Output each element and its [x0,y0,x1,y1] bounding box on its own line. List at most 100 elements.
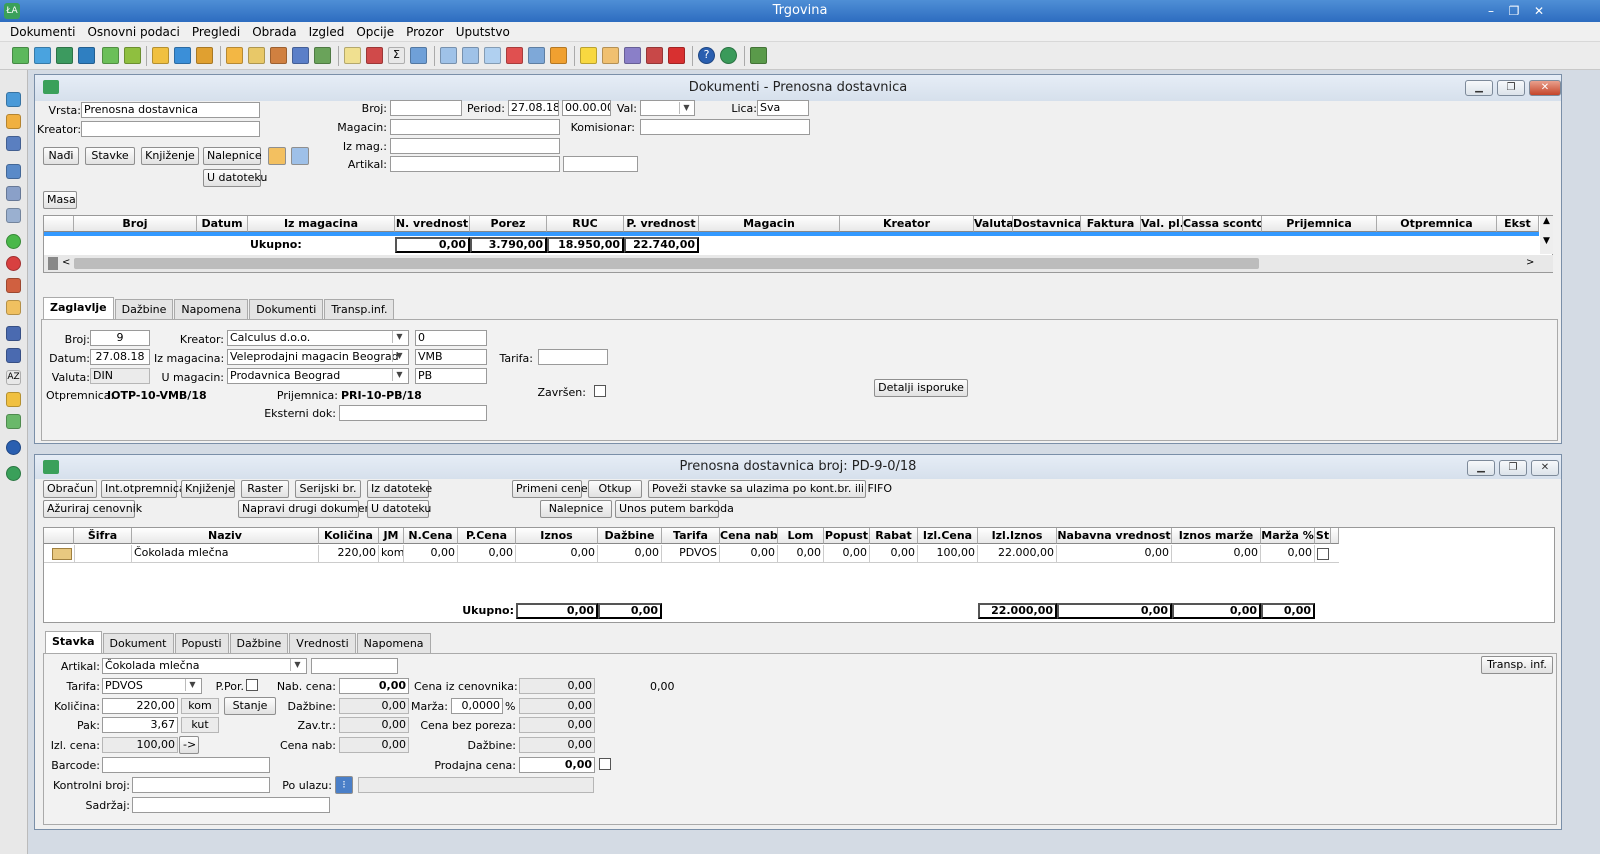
lica-field[interactable]: Sva [757,100,809,116]
umag-select[interactable]: Prodavnica Beograd [227,368,409,384]
povezi-stavke-button[interactable]: Poveži stavke sa ulazima po kont.br. ili… [648,480,892,498]
minimize-icon[interactable]: ▁ [1467,460,1495,476]
archive-icon[interactable] [314,47,331,64]
col-rabat[interactable]: Rabat [870,528,918,544]
izmag-code[interactable]: VMB [415,349,487,365]
link-icon[interactable] [6,208,21,223]
col-tarifa[interactable]: Tarifa [662,528,720,544]
settings-icon[interactable] [624,47,641,64]
serijski-button[interactable]: Serijski br. [295,480,361,498]
artikal-code[interactable] [311,658,398,674]
find-next-icon[interactable] [6,348,21,363]
cell-popust[interactable]: 0,00 [824,545,870,562]
chevron-down-icon[interactable]: ▼ [185,679,199,691]
new-doc-icon[interactable] [12,47,29,64]
azuriraj-cenovnik-button[interactable]: Ažuriraj cenovnik [43,500,142,518]
kolicina-field[interactable]: 220,00 [102,698,178,714]
vrsta-field[interactable]: Prenosna dostavnica [81,102,260,118]
tab-dazbine[interactable]: Dažbine [229,633,289,653]
lock-icon[interactable] [550,47,567,64]
menu-uputstvo[interactable]: Uputstvo [450,25,516,39]
col-iznos[interactable]: Iznos [516,528,598,544]
chevron-down-icon[interactable]: ▼ [290,659,304,671]
col-dazbine[interactable]: Dažbine [598,528,662,544]
menu-prozor[interactable]: Prozor [400,25,450,39]
cell-rabat[interactable]: 0,00 [870,545,918,562]
print-icon[interactable] [6,164,21,179]
eksterni-field[interactable] [339,405,487,421]
artikal-filter-code[interactable] [563,156,638,172]
filter-down-icon[interactable] [668,47,685,64]
cell-p-cena[interactable]: 0,00 [458,545,516,562]
iz-datoteke-button[interactable]: Iz datoteke [367,480,432,498]
chevron-down-icon[interactable]: ▼ [392,369,406,381]
kontrolni-broj-field[interactable] [132,777,270,793]
copy-icon[interactable] [344,47,361,64]
col-lom[interactable]: Lom [778,528,824,544]
col-p-vrednost[interactable]: P. vrednost [624,216,699,232]
zavrsen-checkbox[interactable] [594,385,606,397]
col-nabavna-vrednost[interactable]: Nabavna vrednost [1057,528,1172,544]
lightbulb-icon[interactable] [580,47,597,64]
undo-icon[interactable] [6,278,21,293]
export-icon[interactable] [291,147,309,165]
col-dostavnica[interactable]: Dostavnica [1013,216,1081,232]
cell-iznos[interactable]: 0,00 [516,545,598,562]
tab-stavka[interactable]: Stavka [45,631,102,653]
col-naziv[interactable]: Naziv [132,528,319,544]
po-ulazu-icon[interactable]: ⁝ [335,776,353,794]
col-valuta[interactable]: Valuta [974,216,1013,232]
col-izl-cena[interactable]: Izl.Cena [918,528,978,544]
period-date-field[interactable]: 27.08.18 [508,100,559,116]
open-icon[interactable] [196,47,213,64]
col-magacin[interactable]: Magacin [699,216,840,232]
vertical-scrollbar[interactable]: ▲ ▼ [1540,216,1553,254]
menu-izgled[interactable]: Izgled [303,25,351,39]
u-datoteku-button[interactable]: U datoteku [203,169,267,187]
cell-sifra[interactable] [74,545,132,562]
folder-icon[interactable] [152,47,169,64]
unos-putem-barkoda-button[interactable]: Unos putem barkoda [615,500,734,518]
col-n-vrednost[interactable]: N. vrednost [395,216,470,232]
obracun-button[interactable]: Obračun [43,480,97,498]
marza-field[interactable]: 0,0000 [451,698,503,714]
int-otpremnica-button[interactable]: Int.otpremnica [101,480,186,498]
chevron-down-icon[interactable]: ▼ [392,350,406,362]
tarifa-field[interactable] [538,349,608,365]
otkup-button[interactable]: Otkup [588,480,642,498]
close-icon[interactable]: ✕ [1528,0,1550,22]
exit-icon[interactable] [750,47,767,64]
col-iznos-marze[interactable]: Iznos marže [1172,528,1261,544]
izmag-select[interactable]: Veleprodajni magacin Beograd [227,349,409,365]
restore-icon[interactable]: ❐ [1503,0,1525,22]
col-otpremnica[interactable]: Otpremnica [1377,216,1497,232]
restore-icon[interactable]: ❐ [1499,460,1527,476]
doc-icon[interactable] [102,47,119,64]
kreator-filter-field[interactable] [81,121,260,137]
cell-jm[interactable]: kom [379,545,404,562]
list-icon[interactable] [124,47,141,64]
pencil-icon[interactable] [6,300,21,315]
knjizenje-button[interactable]: Knjiženje [141,147,199,165]
cascade-icon[interactable] [484,47,501,64]
cell-kolicina[interactable]: 220,00 [319,545,379,562]
napravi-drugi-dokument-button[interactable]: Napravi drugi dokument [238,500,376,518]
col-porez[interactable]: Porez [470,216,547,232]
nalepnice-button[interactable]: Nalepnice [203,147,262,165]
cell-cena-nab[interactable]: 0,00 [720,545,778,562]
col-iz-magacina[interactable]: Iz magacina [248,216,395,232]
komisionar-field[interactable] [640,119,810,135]
col-izl-iznos[interactable]: Izl.Iznos [978,528,1057,544]
menu-dokumenti[interactable]: Dokumenti [4,25,81,39]
menu-opcije[interactable]: Opcije [350,25,400,39]
broj-filter-field[interactable] [390,100,462,116]
datum-field[interactable]: 27.08.18 [90,349,150,365]
table-icon[interactable] [6,136,21,151]
grid-icon[interactable] [6,114,21,129]
prodajna-cena-checkbox[interactable] [599,758,611,770]
val-select[interactable]: ▼ [640,100,695,116]
col-jm[interactable]: JM [379,528,404,544]
stavke-button[interactable]: Stavke [85,147,135,165]
tab-napomena[interactable]: Napomena [174,299,249,319]
sadrzaj-field[interactable] [132,797,330,813]
